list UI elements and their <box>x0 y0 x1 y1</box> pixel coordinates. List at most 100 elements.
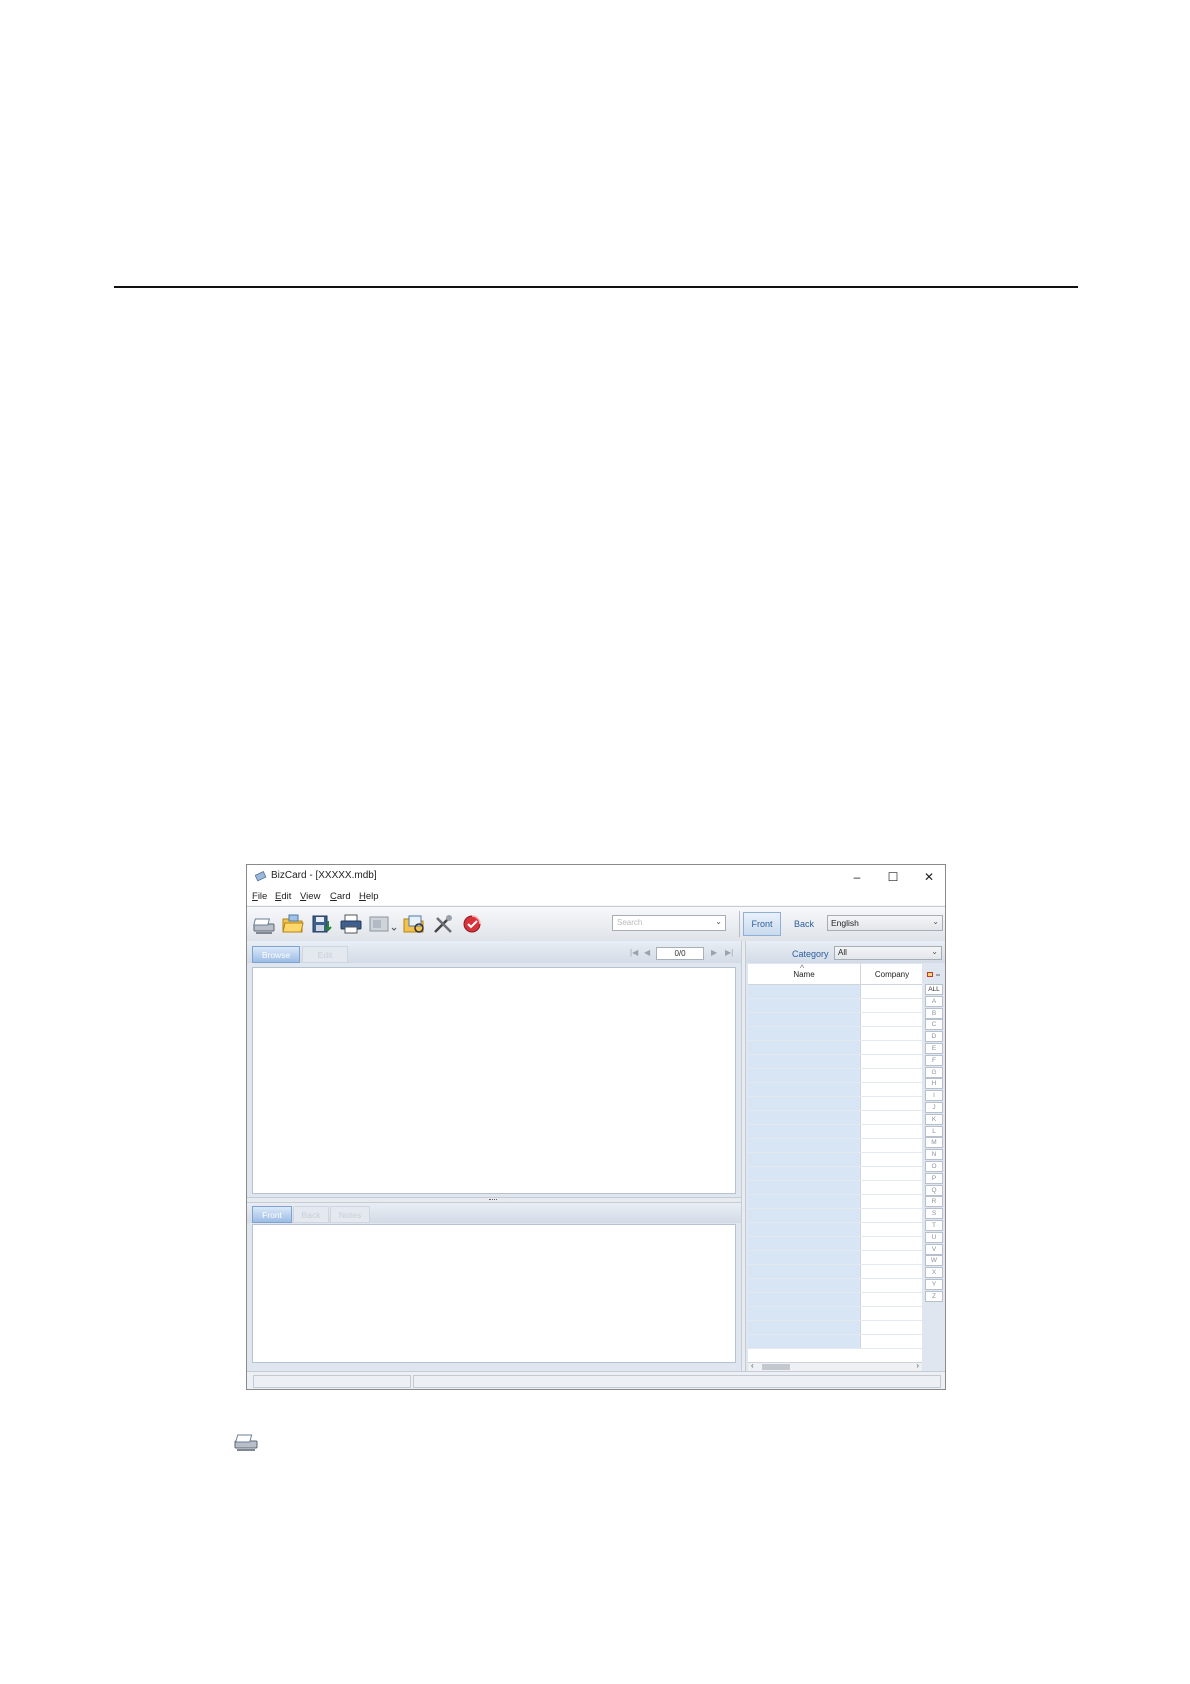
name-cell[interactable] <box>748 1251 860 1264</box>
category-select[interactable]: All ⌄ <box>834 946 942 960</box>
scroll-left-icon[interactable]: ‹ <box>751 1361 754 1370</box>
alphabet-index-button[interactable]: R <box>925 1196 943 1208</box>
previous-record-icon[interactable]: ◀ <box>644 948 650 957</box>
name-cell[interactable] <box>748 1321 860 1334</box>
name-cell[interactable] <box>748 1027 860 1040</box>
table-row[interactable] <box>748 1153 922 1167</box>
minimize-button[interactable]: – <box>839 865 875 889</box>
table-row[interactable] <box>748 1055 922 1069</box>
alphabet-index-button[interactable]: O <box>925 1160 943 1172</box>
tab-edit[interactable]: Edit <box>302 946 348 963</box>
table-row[interactable] <box>748 1335 922 1349</box>
index-options-icon[interactable] <box>925 969 943 981</box>
close-button[interactable]: ✕ <box>911 865 945 889</box>
company-cell[interactable] <box>860 1139 922 1152</box>
table-row[interactable] <box>748 999 922 1013</box>
menu-help[interactable]: Help <box>359 891 379 902</box>
table-row[interactable] <box>748 1237 922 1251</box>
alphabet-index-button[interactable]: S <box>925 1208 943 1220</box>
name-cell[interactable] <box>748 985 860 998</box>
name-cell[interactable] <box>748 1013 860 1026</box>
alphabet-index-button[interactable]: G <box>925 1066 943 1078</box>
company-cell[interactable] <box>860 999 922 1012</box>
company-cell[interactable] <box>860 1111 922 1124</box>
table-row[interactable] <box>748 1209 922 1223</box>
company-cell[interactable] <box>860 1223 922 1236</box>
company-cell[interactable] <box>860 1055 922 1068</box>
alphabet-index-button[interactable]: W <box>925 1255 943 1267</box>
name-cell[interactable] <box>748 1055 860 1068</box>
company-cell[interactable] <box>860 1083 922 1096</box>
alphabet-index-button[interactable]: F <box>925 1054 943 1066</box>
table-row[interactable] <box>748 1251 922 1265</box>
next-record-icon[interactable]: ▶ <box>711 948 717 957</box>
name-cell[interactable] <box>748 1307 860 1320</box>
table-row[interactable] <box>748 1293 922 1307</box>
name-cell[interactable] <box>748 1167 860 1180</box>
table-row[interactable] <box>748 985 922 999</box>
alphabet-index-button[interactable]: P <box>925 1172 943 1184</box>
language-select[interactable]: English ⌄ <box>827 915 943 931</box>
company-cell[interactable] <box>860 1335 922 1348</box>
alphabet-index-button[interactable]: A <box>925 995 943 1007</box>
tab-card-front[interactable]: Front <box>252 1206 292 1223</box>
horizontal-scrollbar[interactable]: ‹ › <box>748 1361 922 1371</box>
save-button[interactable] <box>310 913 334 935</box>
company-cell[interactable] <box>860 1041 922 1054</box>
alphabet-index-button[interactable]: L <box>925 1125 943 1137</box>
menu-view[interactable]: View <box>300 891 320 902</box>
name-cell[interactable] <box>748 1265 860 1278</box>
tab-browse[interactable]: Browse <box>252 946 300 963</box>
menu-edit[interactable]: Edit <box>275 891 291 902</box>
alphabet-index-button[interactable]: ALL <box>925 984 943 995</box>
table-row[interactable] <box>748 1167 922 1181</box>
card-image-area[interactable] <box>252 1224 736 1363</box>
name-cell[interactable] <box>748 1335 860 1348</box>
name-cell[interactable] <box>748 1195 860 1208</box>
name-cell[interactable] <box>748 1097 860 1110</box>
alphabet-index-button[interactable]: C <box>925 1019 943 1031</box>
table-row[interactable] <box>748 1083 922 1097</box>
browse-area[interactable] <box>252 967 736 1194</box>
card-list-grid[interactable]: ^ Name Company <box>748 964 922 1362</box>
menu-file[interactable]: File <box>252 891 267 902</box>
back-button[interactable]: Back <box>787 912 821 936</box>
table-row[interactable] <box>748 1279 922 1293</box>
table-row[interactable] <box>748 1069 922 1083</box>
table-row[interactable] <box>748 1321 922 1335</box>
tab-card-notes[interactable]: Notes <box>330 1206 370 1223</box>
name-cell[interactable] <box>748 1293 860 1306</box>
company-cell[interactable] <box>860 1195 922 1208</box>
name-cell[interactable] <box>748 999 860 1012</box>
company-cell[interactable] <box>860 1307 922 1320</box>
company-cell[interactable] <box>860 1237 922 1250</box>
name-cell[interactable] <box>748 1069 860 1082</box>
table-row[interactable] <box>748 1195 922 1209</box>
alphabet-index-button[interactable]: I <box>925 1090 943 1102</box>
table-row[interactable] <box>748 1125 922 1139</box>
company-cell[interactable] <box>860 1209 922 1222</box>
name-cell[interactable] <box>748 1083 860 1096</box>
table-row[interactable] <box>748 1027 922 1041</box>
maximize-button[interactable]: ☐ <box>875 865 911 889</box>
name-cell[interactable] <box>748 1153 860 1166</box>
menu-card[interactable]: Card <box>330 891 351 902</box>
alphabet-index-button[interactable]: E <box>925 1042 943 1054</box>
tab-card-back[interactable]: Back <box>293 1206 329 1223</box>
column-header-name[interactable]: ^ Name <box>748 964 860 984</box>
open-button[interactable] <box>281 913 305 935</box>
name-cell[interactable] <box>748 1139 860 1152</box>
table-row[interactable] <box>748 1139 922 1153</box>
alphabet-index-button[interactable]: T <box>925 1219 943 1231</box>
table-row[interactable] <box>748 1111 922 1125</box>
name-cell[interactable] <box>748 1125 860 1138</box>
alphabet-index-button[interactable]: M <box>925 1137 943 1149</box>
name-cell[interactable] <box>748 1041 860 1054</box>
company-cell[interactable] <box>860 1125 922 1138</box>
search-input[interactable]: Search ⌄ <box>612 915 726 931</box>
alphabet-index-button[interactable]: Y <box>925 1278 943 1290</box>
table-row[interactable] <box>748 1097 922 1111</box>
table-row[interactable] <box>748 1041 922 1055</box>
last-record-icon[interactable]: ▶| <box>725 948 733 957</box>
table-row[interactable] <box>748 1223 922 1237</box>
